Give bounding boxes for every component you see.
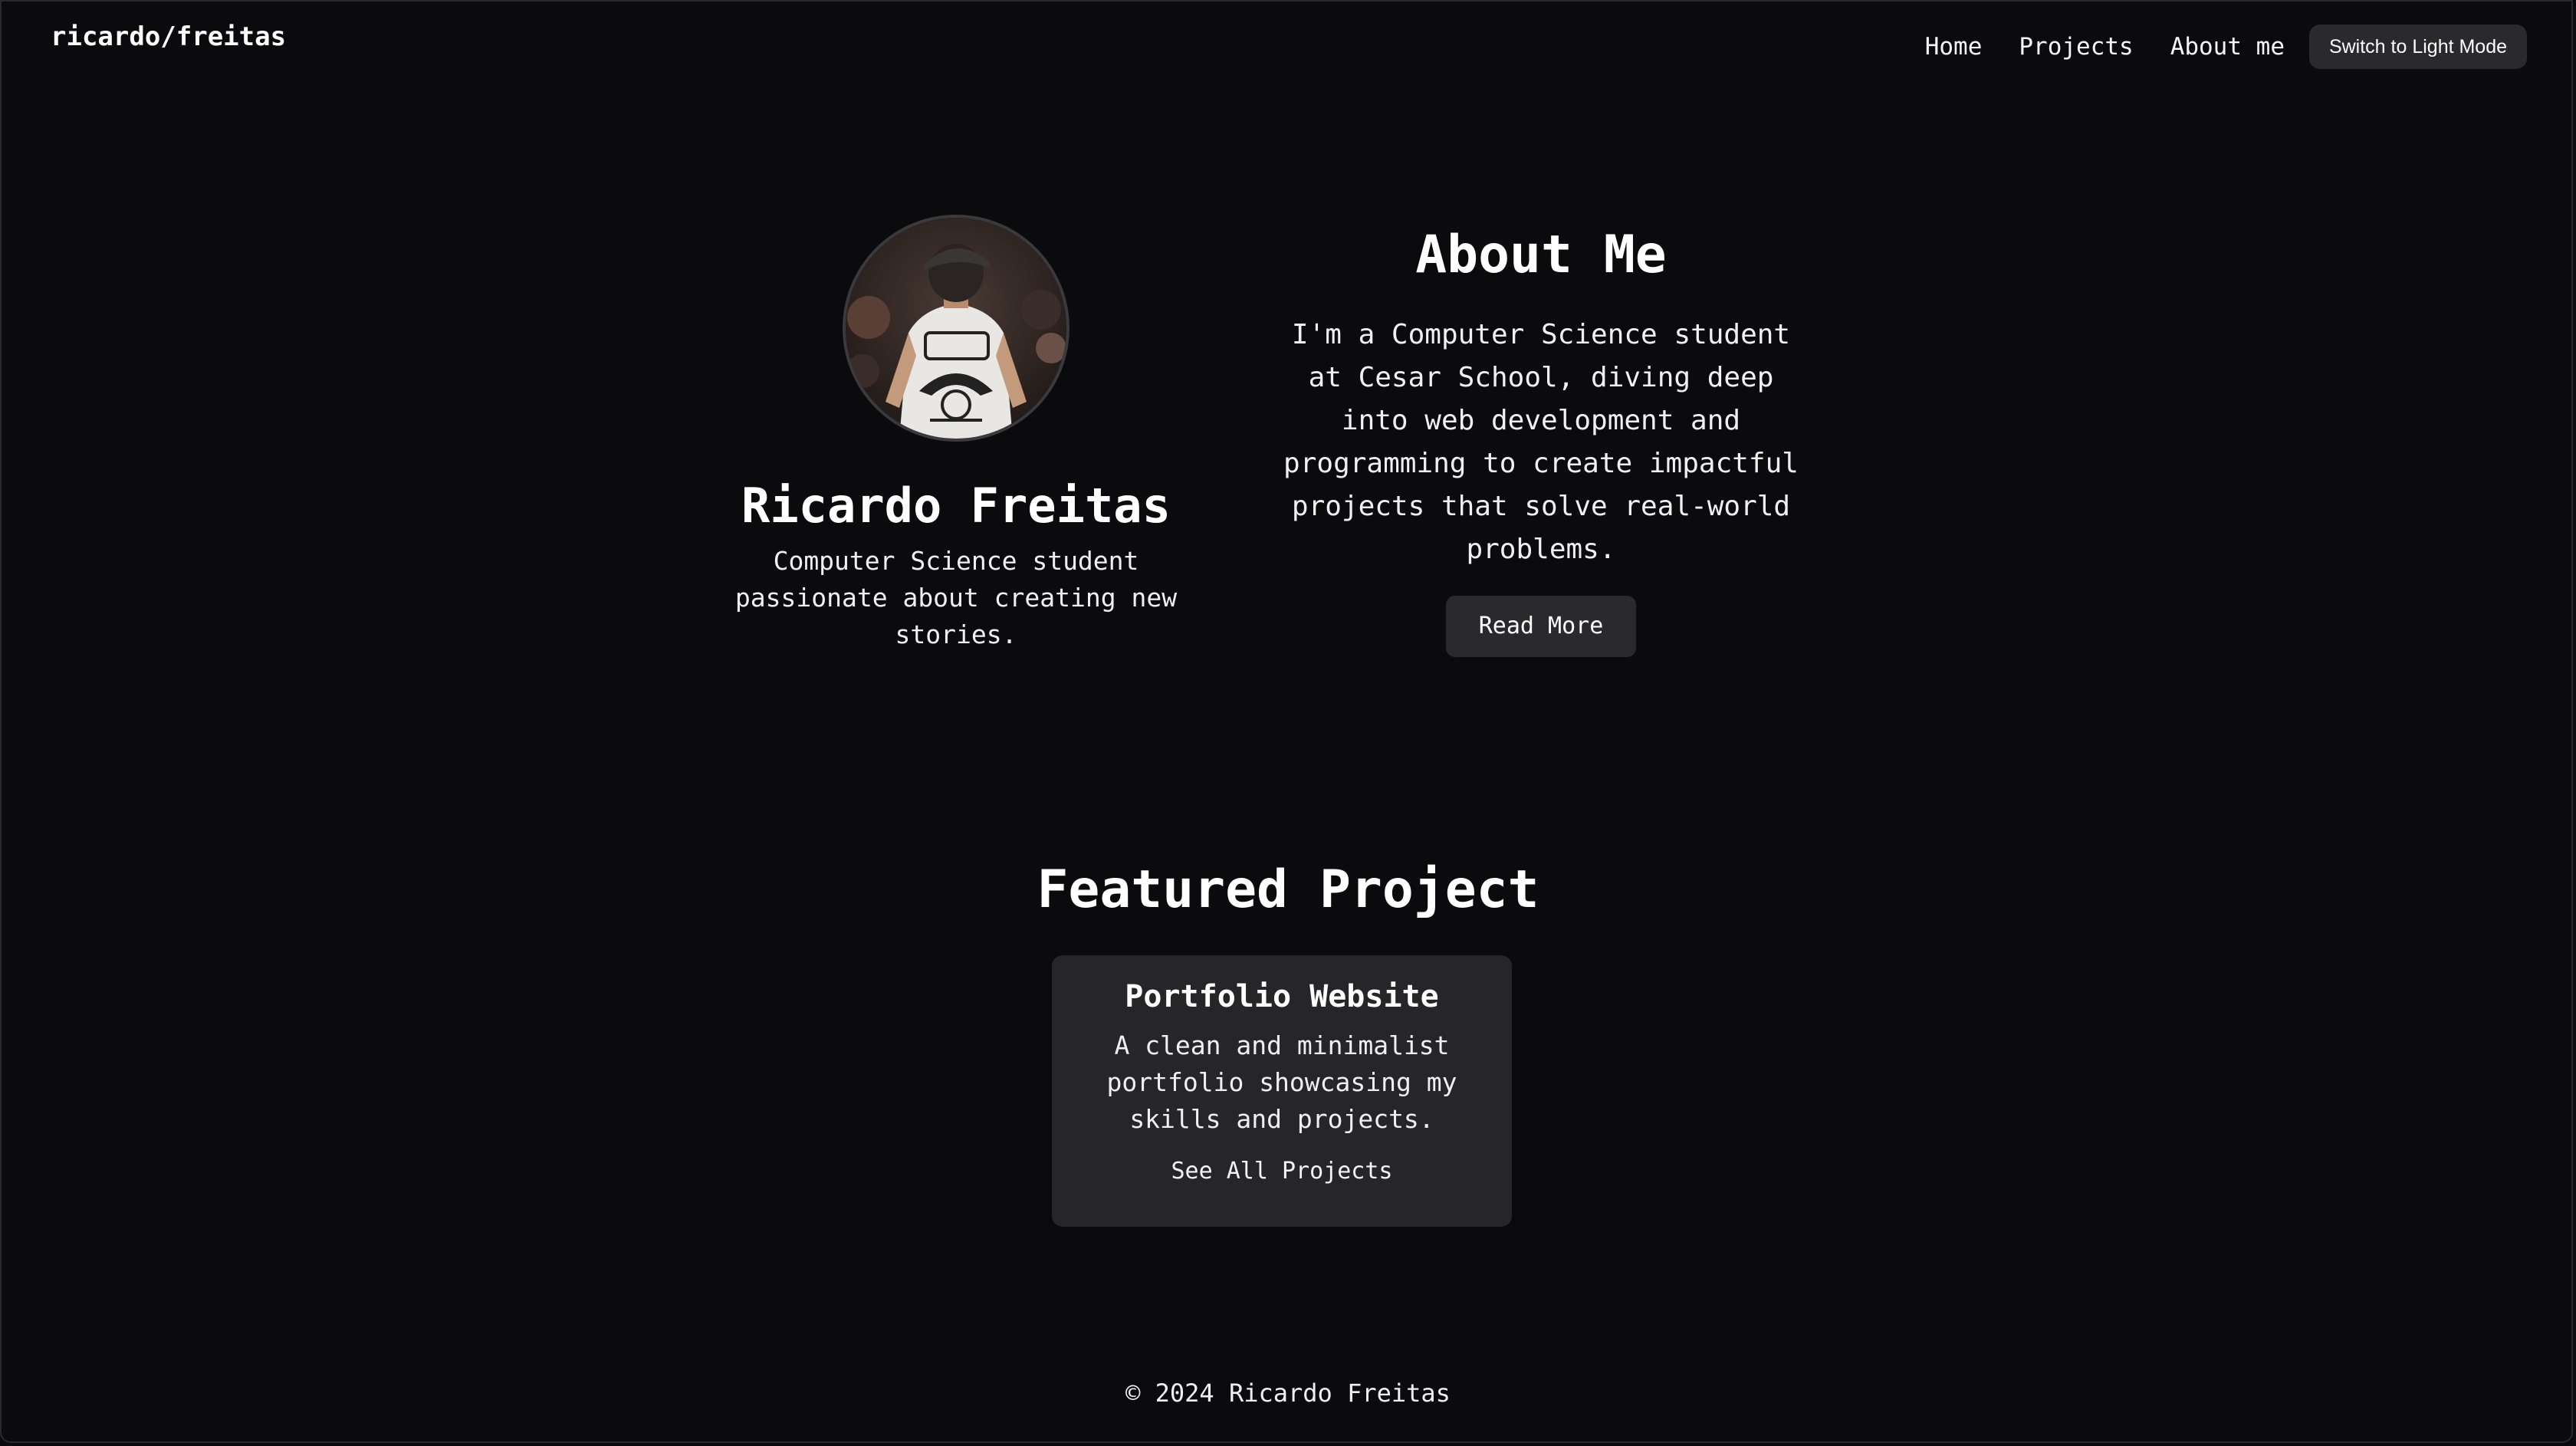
footer-copyright: © 2024 Ricardo Freitas (1125, 1379, 1451, 1408)
avatar-photo (846, 218, 1066, 439)
profile-section: Ricardo Freitas Computer Science student… (726, 215, 1186, 653)
profile-tagline: Computer Science student passionate abou… (734, 546, 1178, 650)
about-section: About Me I'm a Computer Science student … (1257, 225, 1825, 657)
nav-home-link[interactable]: Home (1925, 33, 1983, 61)
project-card-title: Portfolio Website (1125, 979, 1439, 1014)
read-more-button[interactable]: Read More (1446, 595, 1636, 657)
about-text: I'm a Computer Science student at Cesar … (1283, 318, 1799, 565)
about-title: About Me (1415, 225, 1667, 285)
featured-title: Featured Project (1037, 859, 1539, 920)
project-card-description: A clean and minimalist portfolio showcas… (1106, 1030, 1457, 1134)
project-card: Portfolio Website A clean and minimalist… (1052, 955, 1512, 1227)
theme-toggle-button[interactable]: Switch to Light Mode (2309, 25, 2527, 69)
nav-projects-link[interactable]: Projects (2019, 33, 2133, 61)
profile-name: Ricardo Freitas (741, 478, 1171, 534)
site-brand[interactable]: ricardo/freitas (51, 21, 286, 52)
see-all-projects-link[interactable]: See All Projects (1171, 1158, 1393, 1185)
main-nav: Home Projects About me Switch to Light M… (1925, 25, 2527, 69)
avatar (843, 215, 1070, 442)
nav-about-link[interactable]: About me (2170, 33, 2285, 61)
